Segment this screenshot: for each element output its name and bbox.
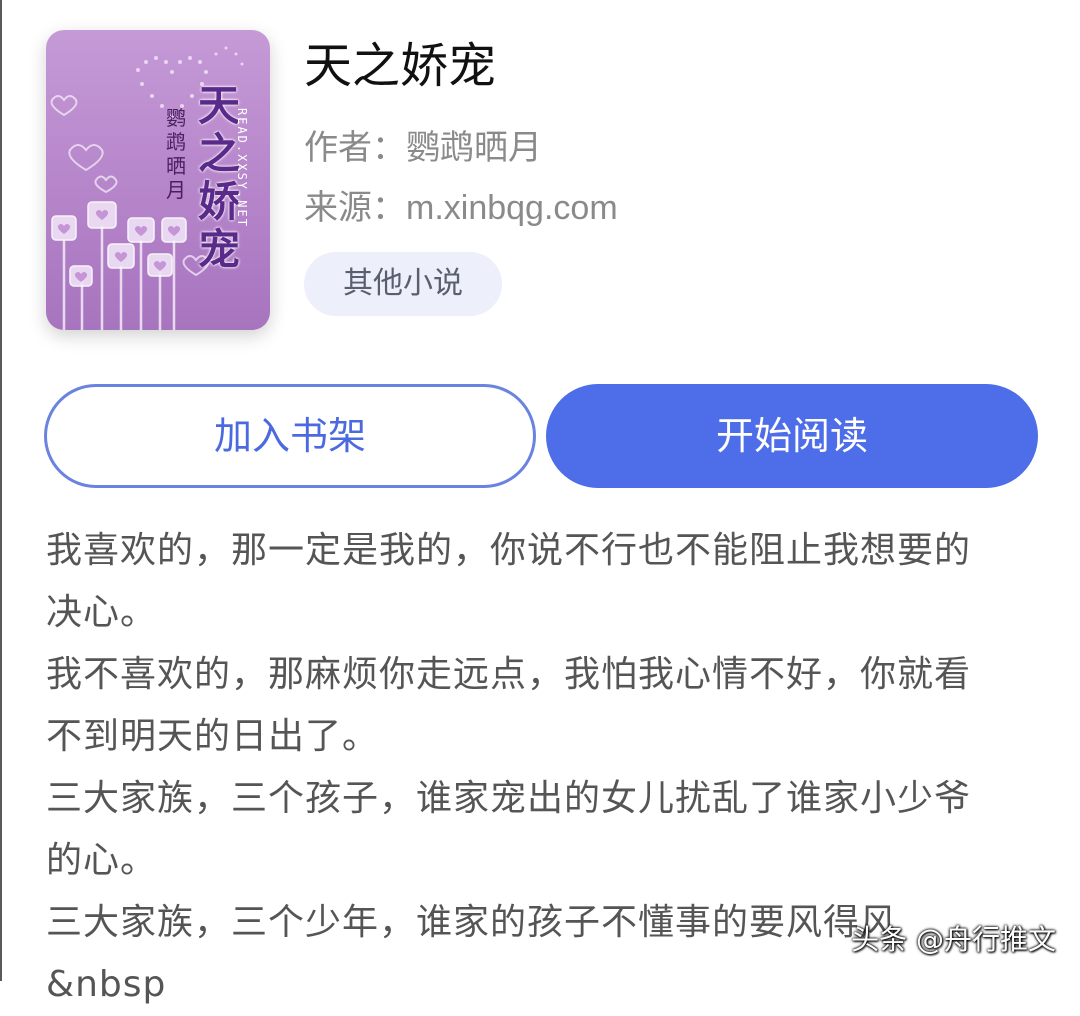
source-row: 来源：m.xinbqg.com <box>304 186 618 230</box>
description-line: 的心。 <box>46 840 158 881</box>
description-line: 我喜欢的，那一定是我的，你说不行也不能阻止我想要的 <box>46 530 972 571</box>
author-label: 作者： <box>304 128 406 168</box>
add-to-shelf-button[interactable]: 加入书架 <box>44 384 536 488</box>
description-line: &nbsp <box>46 964 167 1005</box>
description-line: 不到明天的日出了。 <box>46 716 380 757</box>
description-line: 决心。 <box>46 592 158 633</box>
category-tag[interactable]: 其他小说 <box>304 252 502 316</box>
author-row: 作者：鹦鹉晒月 <box>304 126 542 170</box>
source-label: 来源： <box>304 188 406 228</box>
cover-site-text: READ.XXSY.NET <box>235 108 249 228</box>
book-cover[interactable]: 天之娇宠 鹦鹉晒月 READ.XXSY.NET <box>46 30 270 330</box>
watermark: 头条 @舟行推文 <box>851 923 1056 956</box>
author-name: 鹦鹉晒月 <box>406 128 542 168</box>
description-line: 三大家族，三个孩子，谁家宠出的女儿扰乱了谁家小少爷 <box>46 778 972 819</box>
source-url: m.xinbqg.com <box>406 189 618 227</box>
cover-author-text: 鹦鹉晒月 <box>166 106 186 202</box>
start-reading-button[interactable]: 开始阅读 <box>546 384 1038 488</box>
description-line: 我不喜欢的，那麻烦你走远点，我怕我心情不好，你就看 <box>46 654 972 695</box>
screen-edge <box>0 0 2 981</box>
book-title: 天之娇宠 <box>304 38 497 94</box>
